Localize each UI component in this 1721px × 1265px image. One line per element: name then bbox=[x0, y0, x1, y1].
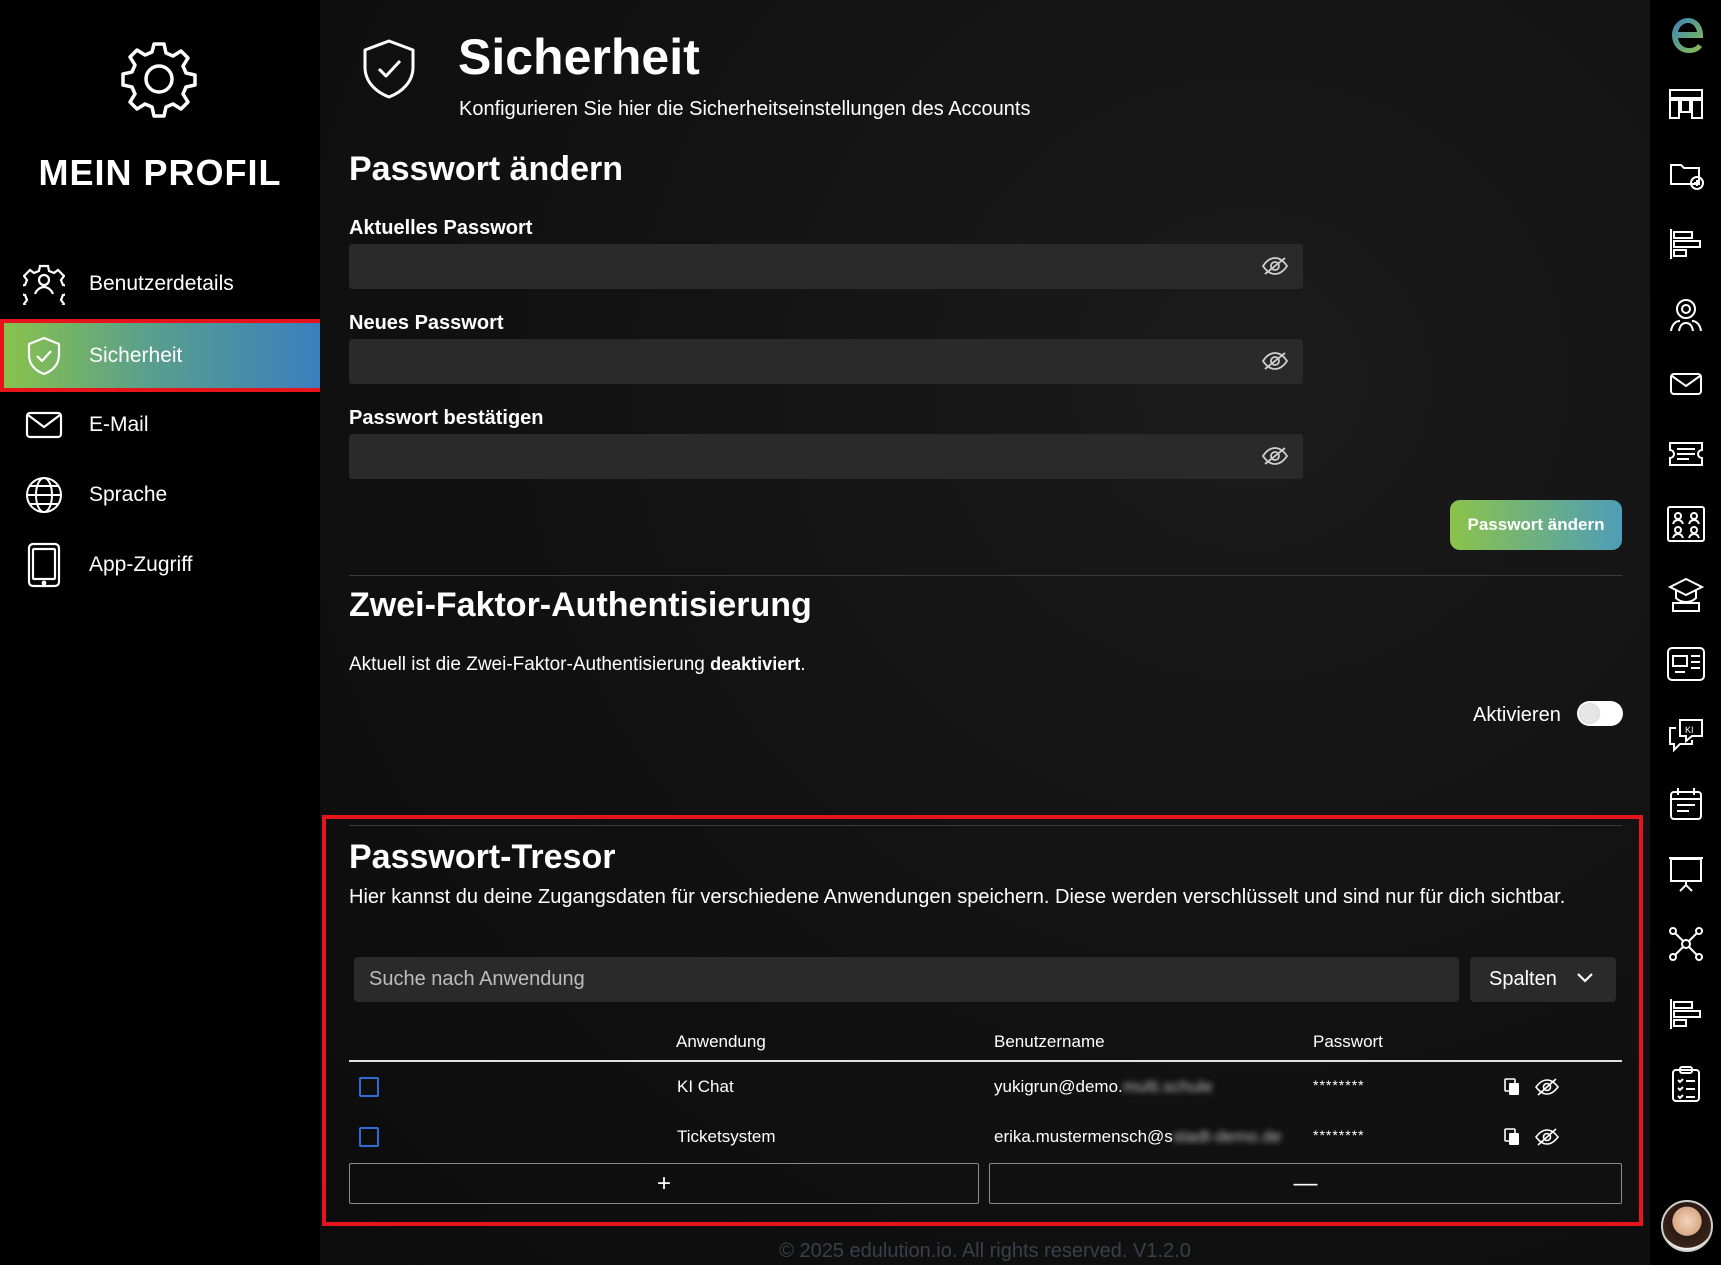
chevron-down-icon bbox=[1577, 973, 1593, 983]
column-header-username[interactable]: Benutzername bbox=[994, 1032, 1105, 1052]
remove-entry-button[interactable]: — bbox=[989, 1163, 1622, 1204]
two-factor-status-value: deaktiviert bbox=[710, 654, 801, 674]
blurred-text: multi.schule bbox=[1122, 1077, 1213, 1096]
search-input[interactable] bbox=[354, 957, 1459, 1002]
sidebar-item-sprache[interactable]: Sprache bbox=[0, 462, 320, 528]
footer-copyright: © 2025 edulution.io. All rights reserved… bbox=[779, 1240, 1191, 1262]
table-header-divider bbox=[349, 1060, 1622, 1062]
highlight-box-sicherheit bbox=[0, 319, 324, 392]
group-settings-icon[interactable] bbox=[1666, 294, 1706, 334]
network-icon[interactable] bbox=[1666, 924, 1706, 964]
eye-off-icon[interactable] bbox=[1261, 256, 1289, 276]
gear-icon bbox=[121, 42, 197, 118]
table-cell-password: ******** bbox=[1313, 1077, 1365, 1093]
copy-icon[interactable] bbox=[1504, 1128, 1520, 1146]
change-password-button[interactable]: Passwort ändern bbox=[1450, 500, 1622, 550]
mail-icon bbox=[22, 403, 66, 447]
vault-heading: Passwort-Tresor bbox=[349, 838, 616, 876]
column-header-application[interactable]: Anwendung bbox=[676, 1032, 766, 1052]
sidebar-item-label: E-Mail bbox=[89, 413, 149, 436]
ticket-icon[interactable] bbox=[1666, 434, 1706, 474]
globe-icon bbox=[22, 473, 66, 517]
eye-off-icon[interactable] bbox=[1534, 1078, 1560, 1096]
password-change-heading: Passwort ändern bbox=[349, 150, 623, 188]
confirm-password-label: Passwort bestätigen bbox=[349, 407, 544, 429]
ai-chat-icon[interactable]: KI bbox=[1666, 714, 1706, 754]
new-password-field[interactable] bbox=[349, 339, 1303, 384]
vault-description: Hier kannst du deine Zugangsdaten für ve… bbox=[349, 886, 1566, 908]
table-cell-application: Ticketsystem bbox=[677, 1127, 776, 1146]
gantt-icon[interactable] bbox=[1666, 994, 1706, 1034]
presentation-icon[interactable] bbox=[1666, 854, 1706, 894]
page-title: Sicherheit bbox=[458, 29, 700, 85]
confirm-password-field[interactable] bbox=[349, 434, 1303, 479]
two-factor-toggle[interactable] bbox=[1577, 701, 1623, 726]
sidebar: MEIN PROFIL Benutzerdetails Sicherheit E… bbox=[0, 0, 324, 1265]
edulution-logo-icon[interactable] bbox=[1668, 12, 1708, 58]
sidebar-item-app-zugriff[interactable]: App-Zugriff bbox=[0, 532, 320, 598]
user-gear-icon bbox=[22, 262, 66, 306]
columns-label: Spalten bbox=[1489, 968, 1557, 990]
mail-icon[interactable] bbox=[1666, 364, 1706, 404]
sidebar-item-label: Benutzerdetails bbox=[89, 272, 234, 295]
divider bbox=[349, 825, 1622, 826]
device-settings-icon[interactable] bbox=[1666, 644, 1706, 684]
svg-text:KI: KI bbox=[1685, 725, 1694, 735]
copy-icon[interactable] bbox=[1504, 1078, 1520, 1096]
profile-title: MEIN PROFIL bbox=[38, 152, 282, 193]
checklist-icon[interactable] bbox=[1666, 1064, 1706, 1104]
page-subtitle: Konfigurieren Sie hier die Sicherheitsei… bbox=[459, 98, 1031, 120]
blurred-text: stadt-demo.de bbox=[1172, 1127, 1282, 1146]
sidebar-item-label: Sprache bbox=[89, 483, 168, 506]
classroom-icon[interactable] bbox=[1666, 504, 1706, 544]
eye-off-icon[interactable] bbox=[1261, 446, 1289, 466]
gantt-icon[interactable] bbox=[1666, 224, 1706, 264]
table-cell-username: yukigrun@demo.multi.schule bbox=[994, 1077, 1213, 1096]
sidebar-item-email[interactable]: E-Mail bbox=[0, 392, 320, 458]
column-header-password[interactable]: Passwort bbox=[1313, 1032, 1383, 1052]
new-password-label: Neues Passwort bbox=[349, 312, 504, 334]
row-checkbox[interactable] bbox=[359, 1127, 379, 1147]
activate-label: Aktivieren bbox=[1473, 704, 1561, 726]
two-factor-status: Aktuell ist die Zwei-Faktor-Authentisier… bbox=[349, 654, 806, 675]
table-cell-username: erika.mustermensch@sstadt-demo.de bbox=[994, 1127, 1282, 1146]
learning-icon[interactable] bbox=[1666, 574, 1706, 614]
cloud-share-icon[interactable] bbox=[1666, 154, 1706, 194]
current-password-field[interactable] bbox=[349, 244, 1303, 289]
shield-check-icon bbox=[363, 39, 415, 99]
eye-off-icon[interactable] bbox=[1261, 351, 1289, 371]
eye-off-icon[interactable] bbox=[1534, 1128, 1560, 1146]
user-avatar[interactable] bbox=[1661, 1200, 1713, 1252]
columns-dropdown[interactable]: Spalten bbox=[1470, 957, 1616, 1002]
divider bbox=[349, 575, 1622, 576]
sidebar-item-label: App-Zugriff bbox=[89, 553, 193, 576]
two-factor-heading: Zwei-Faktor-Authentisierung bbox=[349, 586, 812, 624]
table-cell-application: KI Chat bbox=[677, 1077, 734, 1096]
sidebar-item-benutzerdetails[interactable]: Benutzerdetails bbox=[0, 251, 320, 317]
tablet-icon bbox=[22, 542, 66, 588]
table-cell-password: ******** bbox=[1313, 1127, 1365, 1143]
calendar-icon[interactable] bbox=[1666, 784, 1706, 824]
add-entry-button[interactable]: + bbox=[349, 1163, 979, 1204]
app-rail: KI bbox=[1650, 0, 1721, 1265]
row-checkbox[interactable] bbox=[359, 1077, 379, 1097]
toggle-knob bbox=[1580, 704, 1599, 723]
kanban-icon[interactable] bbox=[1666, 84, 1706, 124]
main-content: Sicherheit Konfigurieren Sie hier die Si… bbox=[320, 0, 1650, 1265]
current-password-label: Aktuelles Passwort bbox=[349, 217, 533, 239]
